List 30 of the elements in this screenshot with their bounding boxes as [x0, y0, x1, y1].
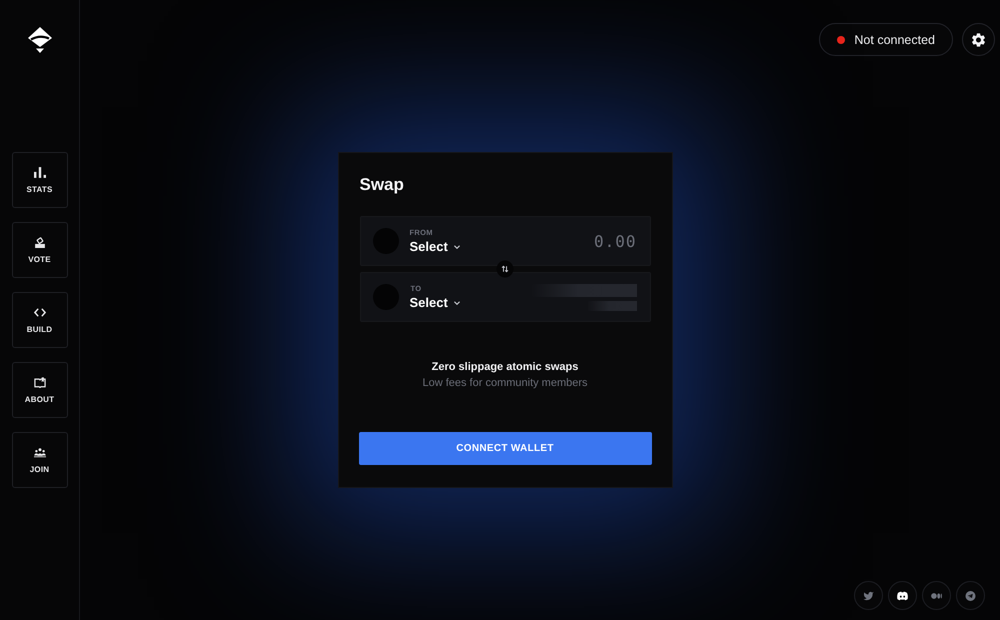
- nav-item[interactable]: BUILD: [12, 292, 68, 348]
- book-icon: [34, 376, 46, 388]
- paper-plane-icon: [965, 590, 976, 600]
- bird-icon: [863, 590, 874, 600]
- settings-button[interactable]: [962, 23, 995, 56]
- tagline-text: Zero slippage atomic swaps: [432, 361, 578, 373]
- token-select[interactable]: Select: [410, 295, 460, 310]
- nav-item[interactable]: STATS: [12, 152, 68, 208]
- nav-item[interactable]: ABOUT: [12, 362, 68, 418]
- ballot-box-icon: [34, 236, 46, 248]
- chevron-down-icon: [454, 300, 460, 304]
- nav-item[interactable]: JOIN: [12, 432, 68, 488]
- status-text: Not connected: [854, 32, 935, 46]
- token-select[interactable]: Select: [410, 239, 460, 254]
- subline-text: Low fees for community members: [422, 377, 588, 389]
- chevron-down-icon: [454, 244, 460, 248]
- nav-item[interactable]: VOTE: [12, 222, 68, 278]
- bar-chart-icon: [34, 166, 46, 178]
- code-icon: [34, 306, 46, 318]
- dots-icon: [931, 590, 942, 600]
- swap-arrows-icon: [502, 266, 508, 272]
- people-icon: [34, 446, 46, 458]
- settings-icon: [972, 32, 985, 46]
- connection-status[interactable]: Not connected: [819, 23, 953, 56]
- amount-input[interactable]: 0.00: [546, 232, 636, 250]
- logo-icon: [28, 27, 52, 53]
- connect-wallet-button[interactable]: CONNECT WALLET: [358, 432, 652, 465]
- social-link[interactable]: [888, 581, 917, 610]
- controller-icon: [897, 590, 908, 600]
- card-title: Swap: [360, 175, 404, 195]
